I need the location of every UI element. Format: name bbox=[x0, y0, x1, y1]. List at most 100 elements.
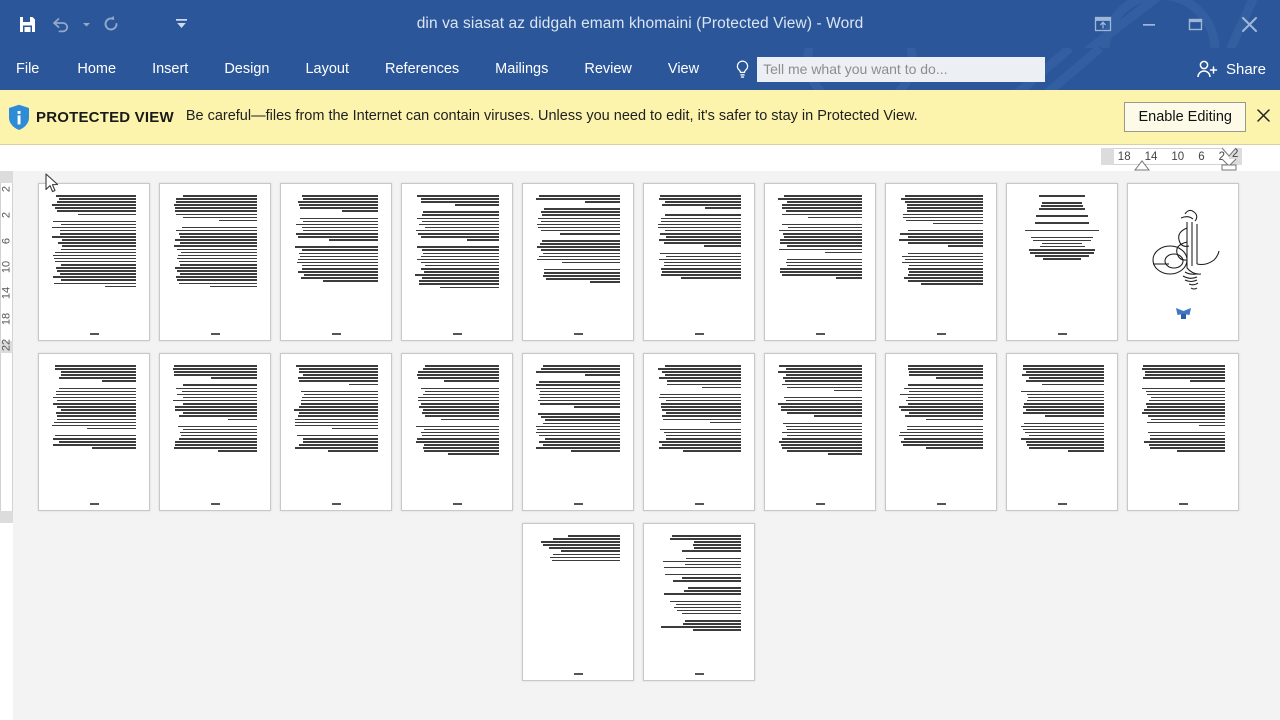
tab-file[interactable]: File bbox=[0, 48, 59, 90]
page-thumbnail[interactable] bbox=[643, 523, 755, 681]
page-thumbnail[interactable] bbox=[159, 183, 271, 341]
text-line bbox=[685, 619, 741, 622]
tab-references[interactable]: References bbox=[367, 48, 477, 90]
page-thumbnail[interactable] bbox=[38, 353, 150, 511]
text-line bbox=[781, 444, 862, 446]
text-line bbox=[299, 252, 378, 255]
text-line bbox=[298, 236, 378, 238]
text-line bbox=[182, 396, 257, 399]
page-thumbnail[interactable] bbox=[1127, 353, 1239, 511]
page-thumbnail[interactable] bbox=[401, 183, 513, 341]
text-line bbox=[661, 217, 741, 220]
text-line bbox=[422, 393, 499, 396]
close-protected-view-bar-button[interactable] bbox=[1246, 107, 1280, 127]
text-line bbox=[1023, 368, 1104, 370]
page-thumbnail[interactable] bbox=[885, 353, 997, 511]
document-canvas[interactable]: 2 2 6 10 14 18 22 bbox=[0, 171, 1280, 720]
horizontal-ruler[interactable]: 18 14 10 6 2 2 bbox=[0, 145, 1280, 171]
first-line-indent-marker[interactable] bbox=[1221, 147, 1237, 157]
page-thumbnail[interactable] bbox=[522, 353, 634, 511]
text-line bbox=[175, 213, 257, 216]
page-thumbnail[interactable] bbox=[280, 353, 392, 511]
text-line bbox=[448, 453, 499, 455]
text-line bbox=[298, 371, 378, 373]
tell-me-input[interactable] bbox=[757, 56, 1046, 82]
text-line bbox=[1142, 387, 1225, 390]
vruler-gap-2 bbox=[0, 511, 13, 523]
text-line bbox=[657, 223, 741, 226]
ribbon-display-options-button[interactable] bbox=[1080, 7, 1126, 41]
page-thumbnail[interactable] bbox=[1006, 183, 1118, 341]
page-number-mark bbox=[1128, 503, 1238, 505]
enable-editing-button[interactable]: Enable Editing bbox=[1124, 102, 1246, 132]
customize-qat-button[interactable] bbox=[164, 7, 198, 41]
page-thumbnail[interactable] bbox=[401, 353, 513, 511]
page-thumbnail[interactable] bbox=[764, 183, 876, 341]
text-line bbox=[54, 260, 136, 263]
vertical-ruler[interactable]: 2 2 6 10 14 18 22 bbox=[0, 171, 13, 720]
text-line bbox=[539, 390, 620, 393]
text-line bbox=[296, 223, 378, 226]
right-indent-marker[interactable] bbox=[1221, 158, 1237, 171]
page-thumbnail[interactable] bbox=[280, 183, 392, 341]
text-line bbox=[908, 374, 983, 376]
text-line bbox=[53, 257, 136, 260]
text-line bbox=[1039, 245, 1085, 248]
close-button[interactable] bbox=[1218, 7, 1280, 41]
tab-insert[interactable]: Insert bbox=[134, 48, 206, 90]
text-line bbox=[693, 547, 741, 549]
page-thumbnail[interactable] bbox=[1127, 183, 1239, 341]
text-line bbox=[662, 415, 741, 417]
tab-layout[interactable]: Layout bbox=[287, 48, 367, 90]
page-content bbox=[657, 195, 741, 324]
text-line bbox=[543, 444, 620, 446]
redo-button[interactable] bbox=[94, 7, 128, 41]
text-line bbox=[779, 239, 862, 241]
vruler-tick-14: 14 bbox=[0, 286, 13, 300]
page-thumbnail[interactable] bbox=[885, 183, 997, 341]
text-line bbox=[907, 204, 983, 206]
page-thumbnail[interactable] bbox=[1006, 353, 1118, 511]
undo-dropdown-button[interactable] bbox=[78, 7, 94, 41]
share-button[interactable]: Share bbox=[1196, 59, 1266, 79]
text-line bbox=[904, 415, 983, 417]
left-indent-marker[interactable] bbox=[1133, 159, 1151, 171]
text-line bbox=[294, 424, 378, 427]
text-line bbox=[665, 236, 741, 238]
page-thumbnail[interactable] bbox=[643, 353, 755, 511]
undo-button[interactable] bbox=[44, 7, 78, 41]
tab-design[interactable]: Design bbox=[206, 48, 287, 90]
page-thumbnail[interactable] bbox=[522, 183, 634, 341]
page-thumbnail[interactable] bbox=[159, 353, 271, 511]
text-line bbox=[56, 393, 136, 396]
tab-review[interactable]: Review bbox=[566, 48, 650, 90]
text-line bbox=[664, 229, 741, 232]
tab-mailings[interactable]: Mailings bbox=[477, 48, 566, 90]
page-thumbnail[interactable] bbox=[38, 183, 150, 341]
text-line bbox=[301, 195, 378, 197]
text-line bbox=[1026, 444, 1104, 446]
text-line bbox=[681, 550, 741, 553]
text-line bbox=[302, 226, 378, 229]
restore-button[interactable] bbox=[1172, 7, 1218, 41]
page-thumbnail[interactable] bbox=[643, 183, 755, 341]
vruler-tick-2b: 2 bbox=[0, 211, 13, 219]
tab-home[interactable]: Home bbox=[59, 48, 134, 90]
page-number-mark bbox=[765, 333, 875, 335]
text-line bbox=[1148, 415, 1225, 417]
text-line bbox=[786, 210, 862, 213]
text-line bbox=[904, 258, 983, 261]
page-content bbox=[52, 195, 136, 324]
minimize-button[interactable] bbox=[1126, 7, 1172, 41]
page-thumbnail[interactable] bbox=[764, 353, 876, 511]
text-line bbox=[552, 538, 620, 540]
text-line bbox=[907, 274, 983, 276]
tab-view[interactable]: View bbox=[650, 48, 717, 90]
save-button[interactable] bbox=[10, 7, 44, 41]
page-thumbnail[interactable] bbox=[522, 523, 634, 681]
text-line bbox=[664, 201, 741, 203]
text-line bbox=[550, 556, 620, 559]
text-line bbox=[1043, 258, 1081, 260]
text-line bbox=[664, 573, 741, 576]
text-line bbox=[561, 261, 620, 264]
